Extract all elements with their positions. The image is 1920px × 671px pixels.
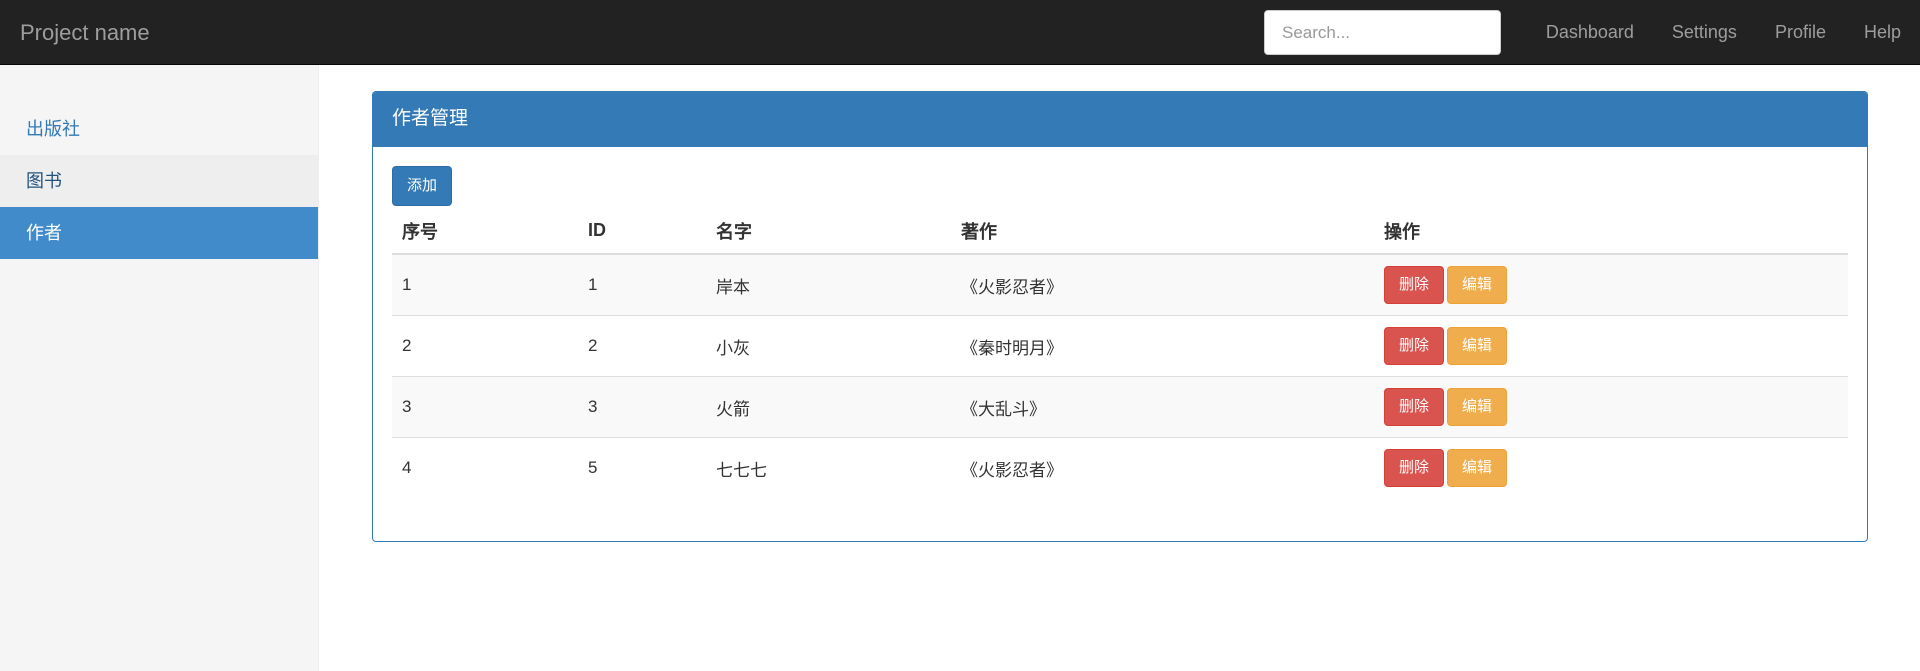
cell-actions: 删除 编辑 [1374, 437, 1848, 498]
nav-link-help[interactable]: Help [1845, 0, 1920, 65]
cell-index: 3 [392, 376, 578, 438]
panel-title: 作者管理 [373, 92, 1867, 147]
delete-button[interactable]: 删除 [1384, 327, 1444, 365]
sidebar-item-authors[interactable]: 作者 [0, 207, 318, 259]
cell-name: 七七七 [706, 437, 951, 498]
cell-works: 《大乱斗》 [951, 376, 1374, 438]
cell-index: 1 [392, 253, 578, 316]
nav-links: Dashboard Settings Profile Help [1527, 0, 1920, 65]
column-header-works: 著作 [951, 208, 1374, 255]
cell-index: 4 [392, 437, 578, 498]
cell-id: 5 [578, 437, 706, 498]
table-row: 1 1 岸本 《火影忍者》 删除 编辑 [392, 253, 1848, 316]
search-input[interactable] [1264, 10, 1501, 55]
table-row: 4 5 七七七 《火影忍者》 删除 编辑 [392, 437, 1848, 498]
table-header-row: 序号 ID 名字 著作 操作 [392, 208, 1848, 255]
nav-link-profile[interactable]: Profile [1756, 0, 1845, 65]
table-row: 3 3 火箭 《大乱斗》 删除 编辑 [392, 376, 1848, 438]
cell-actions: 删除 编辑 [1374, 376, 1848, 438]
author-table: 序号 ID 名字 著作 操作 1 1 岸本 《火影忍者》 删除 编辑 2 2 小… [392, 208, 1848, 498]
cell-id: 2 [578, 315, 706, 377]
top-navbar: Project name Dashboard Settings Profile … [0, 0, 1920, 65]
edit-button[interactable]: 编辑 [1447, 449, 1507, 487]
cell-id: 1 [578, 253, 706, 316]
cell-index: 2 [392, 315, 578, 377]
sidebar-item-books[interactable]: 图书 [0, 155, 318, 207]
cell-id: 3 [578, 376, 706, 438]
cell-name: 火箭 [706, 376, 951, 438]
delete-button[interactable]: 删除 [1384, 449, 1444, 487]
sidebar-item-publisher[interactable]: 出版社 [0, 103, 318, 155]
cell-name: 小灰 [706, 315, 951, 377]
nav-link-dashboard[interactable]: Dashboard [1527, 0, 1653, 65]
sidebar: 出版社 图书 作者 [0, 65, 319, 671]
cell-works: 《秦时明月》 [951, 315, 1374, 377]
edit-button[interactable]: 编辑 [1447, 388, 1507, 426]
cell-works: 《火影忍者》 [951, 253, 1374, 316]
cell-name: 岸本 [706, 253, 951, 316]
delete-button[interactable]: 删除 [1384, 388, 1444, 426]
panel-body: 添加 序号 ID 名字 著作 操作 1 1 岸本 《火影忍者》 删除 编辑 2 … [373, 147, 1867, 498]
edit-button[interactable]: 编辑 [1447, 266, 1507, 304]
delete-button[interactable]: 删除 [1384, 266, 1444, 304]
column-header-name: 名字 [706, 208, 951, 255]
brand-link[interactable]: Project name [20, 0, 150, 65]
column-header-id: ID [578, 208, 706, 255]
table-row: 2 2 小灰 《秦时明月》 删除 编辑 [392, 315, 1848, 377]
cell-actions: 删除 编辑 [1374, 315, 1848, 377]
column-header-index: 序号 [392, 208, 578, 255]
cell-actions: 删除 编辑 [1374, 253, 1848, 316]
cell-works: 《火影忍者》 [951, 437, 1374, 498]
author-panel: 作者管理 添加 序号 ID 名字 著作 操作 1 1 岸本 《火影忍者》 删除 … [372, 91, 1868, 542]
nav-link-settings[interactable]: Settings [1653, 0, 1756, 65]
column-header-actions: 操作 [1374, 208, 1848, 255]
add-button[interactable]: 添加 [392, 166, 452, 206]
edit-button[interactable]: 编辑 [1447, 327, 1507, 365]
